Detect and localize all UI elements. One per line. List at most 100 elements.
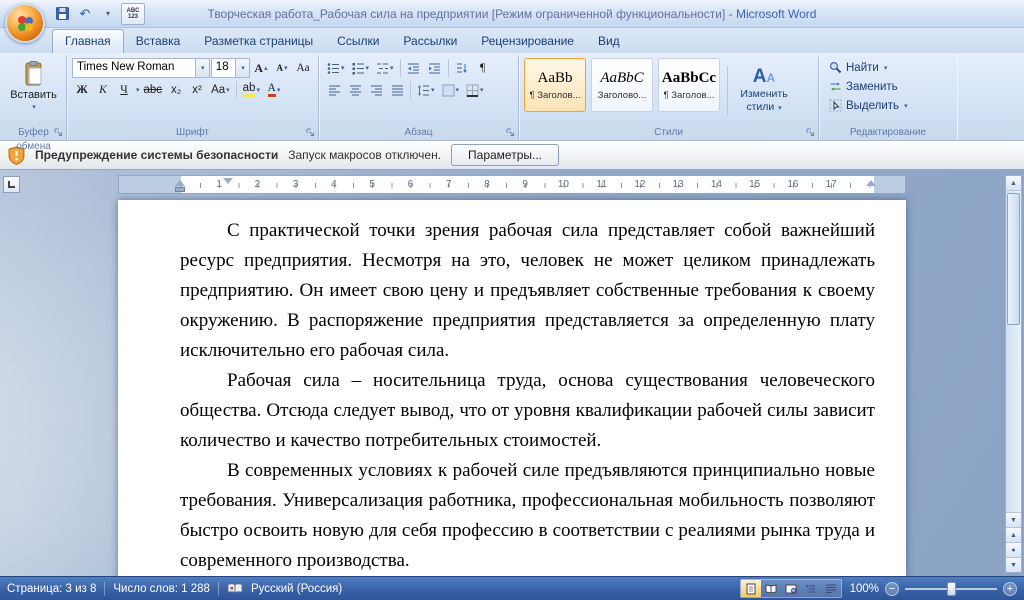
zoom-level[interactable]: 100%: [850, 583, 879, 595]
tab-review[interactable]: Рецензирование: [469, 30, 586, 53]
numbering-icon: [352, 62, 364, 74]
vertical-scrollbar[interactable]: ▲ ▼ ▲ ● ▼: [1005, 175, 1022, 573]
numbering-button[interactable]: ▾: [349, 58, 373, 78]
word-count[interactable]: Число слов: 1 288: [113, 583, 210, 595]
style-name: ¶ Заголов...: [529, 89, 581, 101]
italic-button[interactable]: К: [93, 80, 113, 100]
paragraph-dialog-launcher[interactable]: [505, 127, 516, 138]
page-indicator[interactable]: Страница: 3 из 8: [7, 583, 96, 595]
next-page-button[interactable]: ▼: [1006, 557, 1021, 572]
scroll-down-button[interactable]: ▼: [1006, 512, 1021, 527]
align-left-icon: [328, 85, 340, 95]
style-name: ¶ Заголов...: [663, 89, 715, 101]
right-indent-marker[interactable]: [866, 175, 876, 186]
scroll-up-button[interactable]: ▲: [1006, 176, 1021, 191]
decrease-indent-button[interactable]: [404, 58, 424, 78]
zoom-in-button[interactable]: +: [1003, 581, 1017, 596]
first-line-indent-marker[interactable]: [223, 178, 233, 189]
underline-button[interactable]: Ч: [114, 80, 134, 100]
undo-button[interactable]: ↶: [75, 4, 95, 24]
highlight-button[interactable]: ab ▾: [240, 80, 263, 100]
tab-insert[interactable]: Вставка: [124, 30, 193, 53]
multilevel-list-button[interactable]: ▾: [373, 58, 397, 78]
sort-button[interactable]: [452, 58, 472, 78]
hanging-indent-marker[interactable]: [175, 175, 185, 186]
status-bar: Страница: 3 из 8 Число слов: 1 288 Русск…: [0, 576, 1024, 600]
document-text[interactable]: С практической точки зрения рабочая сила…: [118, 200, 906, 576]
change-styles-button[interactable]: AA Изменить стили ▾: [731, 58, 797, 123]
shrink-font-button[interactable]: А ▾: [272, 58, 292, 78]
clipboard-dialog-launcher[interactable]: [53, 127, 64, 138]
tab-references[interactable]: Ссылки: [325, 30, 391, 53]
qat-customize-button[interactable]: ▾: [98, 4, 118, 24]
zoom-out-button[interactable]: −: [885, 581, 899, 596]
font-dialog-launcher[interactable]: [305, 127, 316, 138]
superscript-button[interactable]: x²: [187, 80, 207, 100]
spellcheck-icon[interactable]: [227, 582, 243, 595]
fullscreen-reading-view-button[interactable]: [761, 580, 781, 597]
chevron-down-icon: ▾: [194, 59, 209, 77]
paragraph[interactable]: В современных условиях к рабочей силе пр…: [180, 456, 875, 576]
select-button[interactable]: Выделить ▾: [824, 97, 913, 114]
select-browse-object-button[interactable]: ●: [1006, 542, 1021, 557]
bold-button[interactable]: Ж: [72, 80, 92, 100]
find-button[interactable]: Найти ▾: [824, 59, 913, 76]
style-card-heading3[interactable]: AaBbCc ¶ Заголов...: [658, 58, 720, 112]
ruler-numbers: 1 2 3 4 5 6 7 8 9 10 11 12 13 14 15 16 1…: [200, 176, 850, 193]
tab-mailings[interactable]: Рассылки: [391, 30, 469, 53]
app-name: Microsoft Word: [736, 6, 817, 21]
change-case-button[interactable]: Aa ▾: [208, 80, 233, 100]
align-left-button[interactable]: [324, 80, 344, 100]
font-size-combo[interactable]: 18 ▾: [210, 58, 250, 78]
tab-page-layout[interactable]: Разметка страницы: [192, 30, 325, 53]
web-layout-view-button[interactable]: [781, 580, 801, 597]
increase-indent-button[interactable]: [425, 58, 445, 78]
save-button[interactable]: [52, 4, 72, 24]
line-spacing-button[interactable]: ▾: [414, 80, 438, 100]
strikethrough-button[interactable]: abc: [141, 80, 166, 100]
justify-button[interactable]: [387, 80, 407, 100]
paragraph[interactable]: Рабочая сила – носительница труда, основ…: [180, 366, 875, 456]
shading-button[interactable]: ▾: [439, 80, 463, 100]
bullets-button[interactable]: ▾: [324, 58, 348, 78]
borders-button[interactable]: ▾: [463, 80, 487, 100]
security-options-button[interactable]: Параметры...: [451, 144, 559, 166]
spelling-macro-button[interactable]: ABC 123: [121, 2, 145, 25]
left-indent-marker[interactable]: [175, 187, 185, 192]
replace-button[interactable]: Заменить: [824, 78, 913, 95]
scrollbar-thumb[interactable]: [1007, 193, 1020, 325]
chevron-down-icon: ▾: [455, 87, 460, 94]
tab-stop-icon: [8, 181, 15, 188]
ruler-number: 14: [710, 179, 722, 190]
paragraph[interactable]: С практической точки зрения рабочая сила…: [180, 216, 875, 366]
office-button[interactable]: [5, 3, 45, 43]
style-card-heading2[interactable]: AaBbC Заголово...: [591, 58, 653, 112]
show-paragraph-marks-button[interactable]: ¶: [473, 58, 493, 78]
styles-dialog-launcher[interactable]: [805, 127, 816, 138]
font-name-combo[interactable]: Times New Roman ▾: [72, 58, 210, 78]
horizontal-ruler[interactable]: 1 2 3 4 5 6 7 8 9 10 11 12 13 14 15 16 1…: [118, 175, 906, 194]
zoom-slider[interactable]: [905, 581, 997, 596]
zoom-slider-handle[interactable]: [947, 581, 956, 596]
font-color-button[interactable]: А ▾: [264, 80, 284, 100]
style-card-heading1[interactable]: AaBb ¶ Заголов...: [524, 58, 586, 112]
divider: [447, 59, 449, 77]
language-indicator[interactable]: Русский (Россия): [251, 583, 342, 595]
draft-view-button[interactable]: [821, 580, 841, 597]
clear-formatting-button[interactable]: Аа: [293, 58, 313, 78]
paste-button[interactable]: Вставить ▾: [8, 57, 60, 115]
tab-view[interactable]: Вид: [586, 30, 632, 53]
align-right-button[interactable]: [366, 80, 386, 100]
print-layout-view-button[interactable]: [740, 580, 761, 597]
align-center-button[interactable]: [345, 80, 365, 100]
outline-view-button[interactable]: [801, 580, 821, 597]
subscript-button[interactable]: x₂: [166, 80, 186, 100]
style-name: Заголово...: [597, 89, 647, 101]
tab-selector[interactable]: [3, 176, 20, 193]
word-window: ↶ ▾ ABC 123 Творческая работа_Рабочая си…: [0, 0, 1024, 600]
grow-font-button[interactable]: А ▴: [251, 58, 271, 78]
ruler-number: 6: [407, 179, 414, 190]
previous-page-button[interactable]: ▲: [1006, 527, 1021, 542]
document-page[interactable]: С практической точки зрения рабочая сила…: [118, 200, 906, 576]
tab-home[interactable]: Главная: [52, 29, 124, 53]
